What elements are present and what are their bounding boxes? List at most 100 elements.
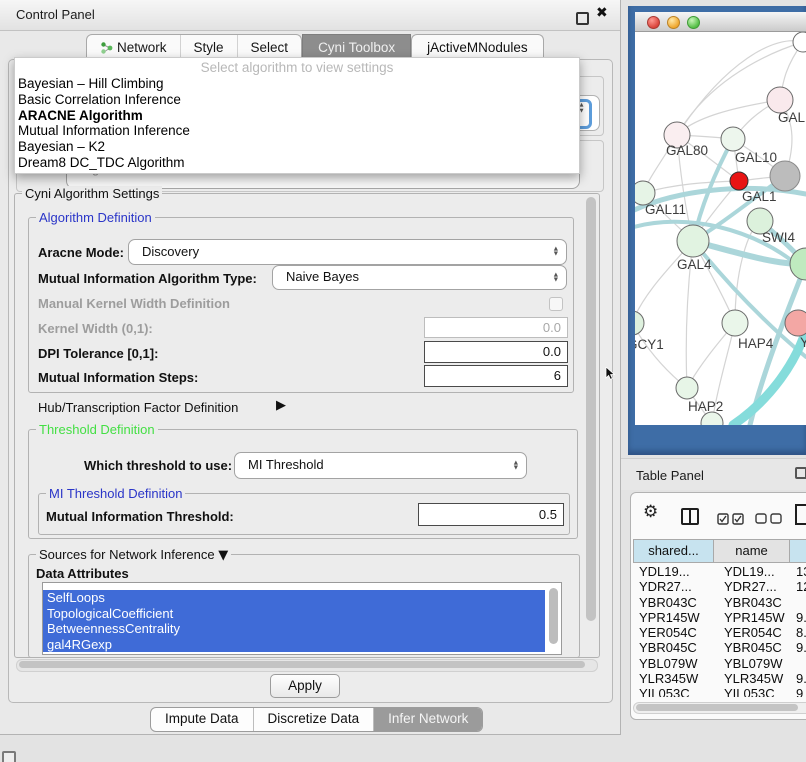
- network-node[interactable]: [770, 161, 800, 191]
- algorithm-option[interactable]: ARACNE Algorithm: [15, 108, 579, 124]
- kernel-width-label: Kernel Width (0,1):: [38, 321, 153, 336]
- table-cell: [791, 595, 796, 610]
- control-panel-titlebar[interactable]: Control Panel ✖: [0, 0, 620, 31]
- table-cell: YIL053C: [714, 686, 791, 697]
- table-hscrollbar-thumb[interactable]: [636, 704, 798, 711]
- aracne-mode-value: Discovery: [142, 244, 199, 259]
- network-node-hap2[interactable]: [676, 377, 698, 399]
- select-all-checkboxes-icon[interactable]: [717, 513, 744, 528]
- data-attribute-item[interactable]: TopologicalCoefficient: [43, 606, 545, 622]
- network-node-label: SWI4: [762, 230, 795, 245]
- manual-kernel-checkbox[interactable]: [549, 297, 563, 311]
- mi-type-combobox[interactable]: Naive Bayes ▲▼: [272, 265, 567, 290]
- data-attribute-item[interactable]: SelfLoops: [43, 590, 545, 606]
- settings-scrollbar-thumb[interactable]: [586, 197, 596, 621]
- cyni-bottom-tabbar: Impute Data Discretize Data Infer Networ…: [150, 707, 483, 732]
- table-cell: YPR145W: [714, 610, 791, 625]
- table-row[interactable]: YLR345WYLR345W9.: [633, 671, 806, 686]
- document-icon[interactable]: [793, 503, 806, 530]
- network-node-y[interactable]: [785, 310, 806, 336]
- cyni-algorithm-settings-title: Cyni Algorithm Settings: [22, 186, 162, 201]
- table-cell: 12: [791, 579, 806, 594]
- data-attribute-item[interactable]: BetweennessCentrality: [43, 621, 545, 637]
- network-canvas[interactable]: GALGAL80GAL10GAL1GAL11SWI4GAL4GCY1HAP4YH…: [635, 32, 806, 425]
- table-row[interactable]: YER054CYER054C8.: [633, 625, 806, 640]
- algorithm-option[interactable]: Mutual Information Inference: [15, 123, 579, 139]
- table-row[interactable]: YDR27...YDR27...12: [633, 579, 806, 594]
- sources-title: Sources for Network Inference ▼: [36, 547, 231, 563]
- stepper-icon: ▲▼: [514, 461, 518, 471]
- attributes-scrollbar-thumb[interactable]: [549, 588, 558, 644]
- column-header-3[interactable]: [789, 539, 806, 563]
- table-row[interactable]: YBR045CYBR045C9.: [633, 640, 806, 655]
- table-row[interactable]: YBR043CYBR043C: [633, 595, 806, 610]
- column-header-name[interactable]: name: [713, 539, 790, 563]
- data-attribute-item[interactable]: gal4RGexp: [43, 637, 545, 653]
- settings-hscrollbar[interactable]: [16, 659, 598, 672]
- minimized-panel-icon[interactable]: [2, 751, 16, 762]
- network-window-titlebar[interactable]: [635, 12, 806, 32]
- columns-icon[interactable]: [681, 508, 699, 525]
- table-cell: [791, 656, 796, 671]
- float-window-icon[interactable]: [576, 12, 589, 25]
- network-node-label: GAL10: [735, 150, 777, 165]
- table-cell: 9.: [791, 610, 806, 625]
- aracne-mode-label: Aracne Mode:: [38, 245, 124, 260]
- kernel-width-field[interactable]: 0.0: [424, 317, 568, 338]
- minimize-traffic-light-icon[interactable]: [667, 16, 680, 29]
- algorithm-dropdown-popup: Select algorithm to view settings Bayesi…: [14, 57, 580, 174]
- network-node-gal1[interactable]: [730, 172, 748, 190]
- apply-button[interactable]: Apply: [270, 674, 340, 698]
- collapse-arrow-icon[interactable]: ▼: [218, 548, 228, 563]
- settings-hscrollbar-thumb[interactable]: [19, 661, 585, 668]
- algorithm-option[interactable]: Basic Correlation Inference: [15, 92, 579, 108]
- close-traffic-light-icon[interactable]: [647, 16, 660, 29]
- table-panel-title: Table Panel: [636, 468, 704, 483]
- tab-discretize-data[interactable]: Discretize Data: [253, 708, 374, 731]
- table-cell: YBR045C: [633, 640, 714, 655]
- mi-steps-field[interactable]: 6: [424, 365, 568, 387]
- algorithm-option[interactable]: Bayesian – Hill Climbing: [15, 76, 579, 92]
- table-body: YDL19...YDL19...13YDR27...YDR27...12YBR0…: [633, 564, 806, 697]
- table-cell: YBL079W: [633, 656, 714, 671]
- column-header-shared[interactable]: shared...: [633, 539, 714, 563]
- table-panel-titlebar[interactable]: Table Panel: [621, 458, 806, 490]
- table-hscrollbar[interactable]: [633, 702, 806, 714]
- tab-network-label: Network: [117, 40, 167, 55]
- algorithm-option[interactable]: Dream8 DC_TDC Algorithm: [15, 155, 579, 171]
- algorithm-option[interactable]: Bayesian – K2: [15, 139, 579, 155]
- network-node-gal10[interactable]: [721, 127, 745, 151]
- mi-threshold-field[interactable]: 0.5: [418, 503, 564, 526]
- table-row[interactable]: YDL19...YDL19...13: [633, 564, 806, 579]
- settings-scrollbar[interactable]: [584, 195, 598, 655]
- aracne-mode-combobox[interactable]: Discovery ▲▼: [128, 239, 567, 265]
- close-icon[interactable]: ✖: [596, 5, 608, 21]
- table-row[interactable]: YIL053CYIL053C9: [633, 686, 806, 697]
- deselect-all-checkboxes-icon[interactable]: [755, 513, 782, 528]
- network-node[interactable]: [793, 32, 806, 52]
- table-cell: YPR145W: [633, 610, 714, 625]
- table-cell: YBL079W: [714, 656, 791, 671]
- network-node-label: GAL1: [742, 189, 777, 204]
- tab-infer-network[interactable]: Infer Network: [373, 708, 482, 731]
- network-node-label: Y: [800, 335, 806, 350]
- sources-title-text: Sources for Network Inference: [39, 547, 215, 562]
- data-attributes-list[interactable]: SelfLoopsTopologicalCoefficientBetweenne…: [42, 582, 562, 655]
- table-cell: 9.: [791, 640, 806, 655]
- table-cell: YBR043C: [633, 595, 714, 610]
- network-node-label: GAL: [778, 110, 806, 125]
- which-threshold-combobox[interactable]: MI Threshold ▲▼: [234, 452, 527, 479]
- network-node-gal4[interactable]: [677, 225, 709, 257]
- network-node-label: HAP4: [738, 336, 774, 351]
- gear-icon[interactable]: ⚙: [643, 502, 658, 522]
- zoom-traffic-light-icon[interactable]: [687, 16, 700, 29]
- expand-arrow-icon[interactable]: ▶: [276, 398, 286, 413]
- table-row[interactable]: YPR145WYPR145W9.: [633, 610, 806, 625]
- table-row[interactable]: YBL079WYBL079W: [633, 656, 806, 671]
- float-window-icon[interactable]: [795, 467, 806, 479]
- network-node-gcy1[interactable]: [635, 311, 644, 335]
- algorithm-dropdown-list: Bayesian – Hill ClimbingBasic Correlatio…: [15, 76, 579, 171]
- network-node-hap4[interactable]: [722, 310, 748, 336]
- tab-impute-data[interactable]: Impute Data: [151, 708, 253, 731]
- dpi-tolerance-field[interactable]: 0.0: [424, 341, 568, 363]
